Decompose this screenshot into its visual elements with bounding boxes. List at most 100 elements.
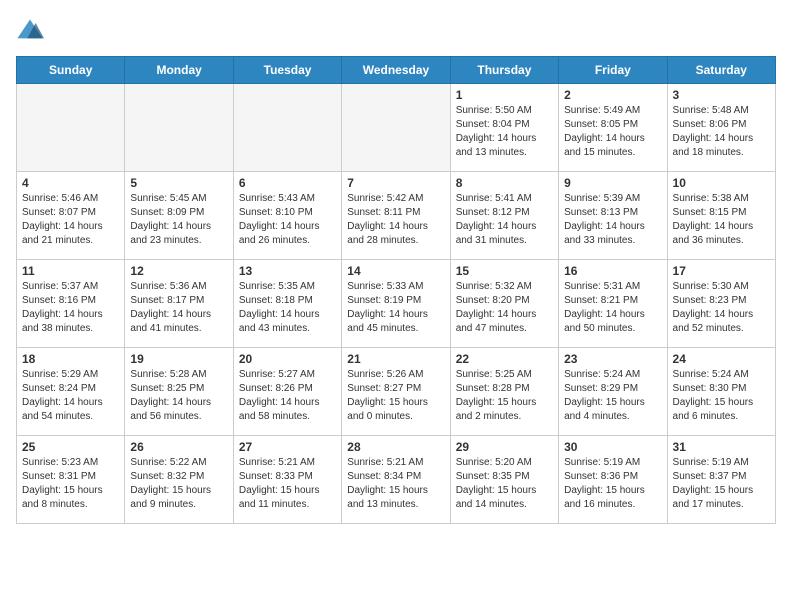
day-number: 25 [22, 440, 119, 454]
calendar-cell: 1 Sunrise: 5:50 AM Sunset: 8:04 PM Daylig… [450, 84, 558, 172]
calendar-cell: 15 Sunrise: 5:32 AM Sunset: 8:20 PM Dayli… [450, 260, 558, 348]
day-number: 17 [673, 264, 770, 278]
calendar-cell: 27 Sunrise: 5:21 AM Sunset: 8:33 PM Dayli… [233, 436, 341, 524]
day-info: Sunrise: 5:31 AM Sunset: 8:21 PM Dayligh… [564, 280, 661, 336]
calendar-cell: 3 Sunrise: 5:48 AM Sunset: 8:06 PM Daylig… [667, 84, 775, 172]
day-number: 27 [239, 440, 336, 454]
day-info: Sunrise: 5:43 AM Sunset: 8:10 PM Dayligh… [239, 192, 336, 248]
day-number: 16 [564, 264, 661, 278]
day-header-saturday: Saturday [667, 57, 775, 84]
calendar-cell: 25 Sunrise: 5:23 AM Sunset: 8:31 PM Dayli… [17, 436, 125, 524]
calendar-cell: 5 Sunrise: 5:45 AM Sunset: 8:09 PM Daylig… [125, 172, 233, 260]
calendar-cell: 30Sunrise: 5:19 AM Sunset: 8:36 PM Dayli… [559, 436, 667, 524]
day-number: 26 [130, 440, 227, 454]
day-info: Sunrise: 5:21 AM Sunset: 8:33 PM Dayligh… [239, 456, 336, 512]
day-info: Sunrise: 5:50 AM Sunset: 8:04 PM Dayligh… [456, 104, 553, 160]
day-number: 7 [347, 176, 444, 190]
day-number: 8 [456, 176, 553, 190]
page-header [16, 16, 776, 44]
week-row-5: 25 Sunrise: 5:23 AM Sunset: 8:31 PM Dayli… [17, 436, 776, 524]
day-number: 30 [564, 440, 661, 454]
calendar-cell [342, 84, 450, 172]
calendar-cell: 19Sunrise: 5:28 AM Sunset: 8:25 PM Dayli… [125, 348, 233, 436]
day-info: Sunrise: 5:36 AM Sunset: 8:17 PM Dayligh… [130, 280, 227, 336]
calendar-cell: 20 Sunrise: 5:27 AM Sunset: 8:26 PM Dayli… [233, 348, 341, 436]
day-number: 4 [22, 176, 119, 190]
day-number: 5 [130, 176, 227, 190]
calendar-cell: 17 Sunrise: 5:30 AM Sunset: 8:23 PM Dayli… [667, 260, 775, 348]
day-number: 14 [347, 264, 444, 278]
calendar-cell: 12 Sunrise: 5:36 AM Sunset: 8:17 PM Dayli… [125, 260, 233, 348]
day-number: 12 [130, 264, 227, 278]
day-info: Sunrise: 5:21 AM Sunset: 8:34 PM Dayligh… [347, 456, 444, 512]
day-info: Sunrise: 5:41 AM Sunset: 8:12 PM Dayligh… [456, 192, 553, 248]
day-info: Sunrise: 5:38 AM Sunset: 8:15 PM Dayligh… [673, 192, 770, 248]
day-number: 23 [564, 352, 661, 366]
calendar-cell [17, 84, 125, 172]
day-number: 21 [347, 352, 444, 366]
calendar-cell: 10 Sunrise: 5:38 AM Sunset: 8:15 PM Dayli… [667, 172, 775, 260]
calendar-cell [125, 84, 233, 172]
day-number: 3 [673, 88, 770, 102]
day-header-friday: Friday [559, 57, 667, 84]
day-header-thursday: Thursday [450, 57, 558, 84]
day-info: Sunrise: 5:37 AM Sunset: 8:16 PM Dayligh… [22, 280, 119, 336]
calendar-cell: 7Sunrise: 5:42 AM Sunset: 8:11 PM Daylig… [342, 172, 450, 260]
calendar-cell: 8 Sunrise: 5:41 AM Sunset: 8:12 PM Daylig… [450, 172, 558, 260]
day-number: 28 [347, 440, 444, 454]
day-info: Sunrise: 5:24 AM Sunset: 8:29 PM Dayligh… [564, 368, 661, 424]
day-info: Sunrise: 5:22 AM Sunset: 8:32 PM Dayligh… [130, 456, 227, 512]
day-number: 18 [22, 352, 119, 366]
calendar-cell: 21 Sunrise: 5:26 AM Sunset: 8:27 PM Dayli… [342, 348, 450, 436]
day-number: 20 [239, 352, 336, 366]
calendar-cell: 24 Sunrise: 5:24 AM Sunset: 8:30 PM Dayli… [667, 348, 775, 436]
calendar-cell: 28 Sunrise: 5:21 AM Sunset: 8:34 PM Dayli… [342, 436, 450, 524]
day-number: 22 [456, 352, 553, 366]
day-info: Sunrise: 5:30 AM Sunset: 8:23 PM Dayligh… [673, 280, 770, 336]
calendar-cell: 14 Sunrise: 5:33 AM Sunset: 8:19 PM Dayli… [342, 260, 450, 348]
day-info: Sunrise: 5:35 AM Sunset: 8:18 PM Dayligh… [239, 280, 336, 336]
week-row-1: 1 Sunrise: 5:50 AM Sunset: 8:04 PM Daylig… [17, 84, 776, 172]
week-row-3: 11 Sunrise: 5:37 AM Sunset: 8:16 PM Dayli… [17, 260, 776, 348]
calendar-cell: 31Sunrise: 5:19 AM Sunset: 8:37 PM Dayli… [667, 436, 775, 524]
day-number: 1 [456, 88, 553, 102]
day-info: Sunrise: 5:46 AM Sunset: 8:07 PM Dayligh… [22, 192, 119, 248]
day-number: 11 [22, 264, 119, 278]
day-number: 6 [239, 176, 336, 190]
calendar-cell: 2 Sunrise: 5:49 AM Sunset: 8:05 PM Daylig… [559, 84, 667, 172]
day-info: Sunrise: 5:27 AM Sunset: 8:26 PM Dayligh… [239, 368, 336, 424]
day-info: Sunrise: 5:20 AM Sunset: 8:35 PM Dayligh… [456, 456, 553, 512]
day-header-wednesday: Wednesday [342, 57, 450, 84]
calendar-cell: 4 Sunrise: 5:46 AM Sunset: 8:07 PM Daylig… [17, 172, 125, 260]
day-info: Sunrise: 5:29 AM Sunset: 8:24 PM Dayligh… [22, 368, 119, 424]
calendar-cell: 26 Sunrise: 5:22 AM Sunset: 8:32 PM Dayli… [125, 436, 233, 524]
day-info: Sunrise: 5:26 AM Sunset: 8:27 PM Dayligh… [347, 368, 444, 424]
day-number: 29 [456, 440, 553, 454]
logo [16, 16, 48, 44]
calendar-cell [233, 84, 341, 172]
day-info: Sunrise: 5:39 AM Sunset: 8:13 PM Dayligh… [564, 192, 661, 248]
day-info: Sunrise: 5:24 AM Sunset: 8:30 PM Dayligh… [673, 368, 770, 424]
day-info: Sunrise: 5:33 AM Sunset: 8:19 PM Dayligh… [347, 280, 444, 336]
day-info: Sunrise: 5:49 AM Sunset: 8:05 PM Dayligh… [564, 104, 661, 160]
day-info: Sunrise: 5:45 AM Sunset: 8:09 PM Dayligh… [130, 192, 227, 248]
calendar-cell: 18 Sunrise: 5:29 AM Sunset: 8:24 PM Dayli… [17, 348, 125, 436]
day-header-monday: Monday [125, 57, 233, 84]
calendar-cell: 16 Sunrise: 5:31 AM Sunset: 8:21 PM Dayli… [559, 260, 667, 348]
day-number: 15 [456, 264, 553, 278]
calendar-cell: 9Sunrise: 5:39 AM Sunset: 8:13 PM Daylig… [559, 172, 667, 260]
logo-icon [16, 16, 44, 44]
day-number: 10 [673, 176, 770, 190]
day-info: Sunrise: 5:48 AM Sunset: 8:06 PM Dayligh… [673, 104, 770, 160]
day-number: 24 [673, 352, 770, 366]
day-header-sunday: Sunday [17, 57, 125, 84]
day-number: 19 [130, 352, 227, 366]
calendar-header-row: SundayMondayTuesdayWednesdayThursdayFrid… [17, 57, 776, 84]
day-info: Sunrise: 5:32 AM Sunset: 8:20 PM Dayligh… [456, 280, 553, 336]
day-info: Sunrise: 5:25 AM Sunset: 8:28 PM Dayligh… [456, 368, 553, 424]
calendar-cell: 23 Sunrise: 5:24 AM Sunset: 8:29 PM Dayli… [559, 348, 667, 436]
day-number: 2 [564, 88, 661, 102]
calendar-cell: 22 Sunrise: 5:25 AM Sunset: 8:28 PM Dayli… [450, 348, 558, 436]
day-info: Sunrise: 5:23 AM Sunset: 8:31 PM Dayligh… [22, 456, 119, 512]
day-number: 13 [239, 264, 336, 278]
